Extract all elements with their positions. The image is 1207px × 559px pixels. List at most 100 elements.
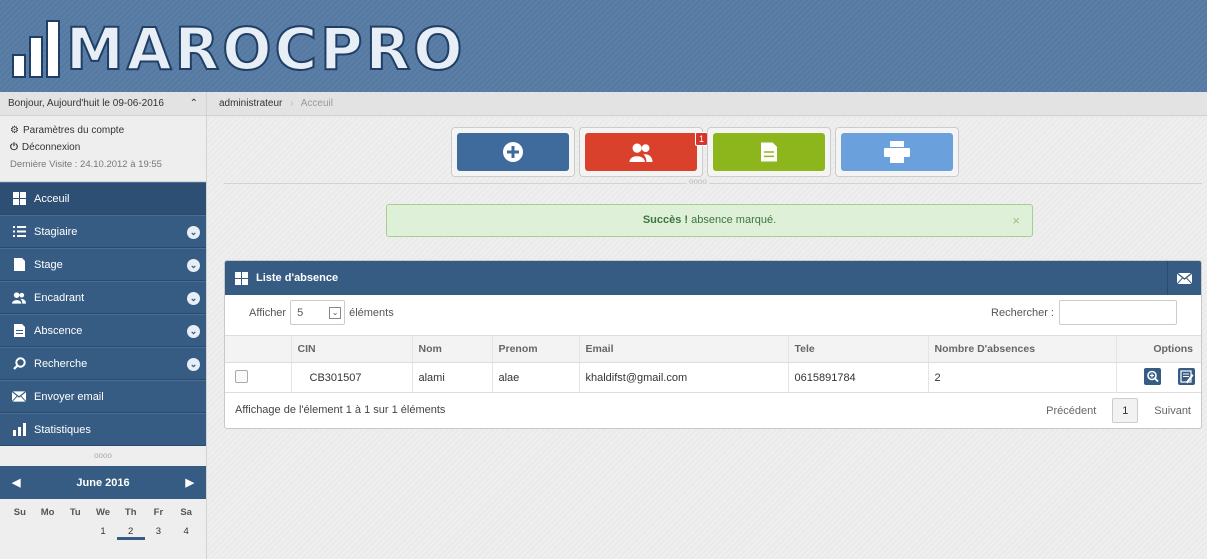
account-box: ⚙ Paramètres du compte ⏻ Déconnexion Der… [0,116,206,182]
calendar-weekday: Tu [69,507,81,518]
table-row: CB301507 alami alae khaldifst@gmail.com … [225,362,1201,393]
edit-icon[interactable] [1177,367,1195,385]
search-input[interactable] [1059,300,1177,325]
cell-email: khaldifst@gmail.com [579,362,789,393]
chevron-up-icon[interactable]: ⌃ [190,98,198,109]
column-header-select [225,335,292,363]
sidebar-item-stagiaire[interactable]: Stagiaire ⌄ [0,215,206,248]
account-settings-link[interactable]: ⚙ Paramètres du compte [10,122,196,139]
sidebar-item-recherche[interactable]: Recherche ⌄ [0,347,206,380]
users-button[interactable]: 1 [579,127,708,177]
add-button[interactable] [451,127,575,177]
column-header-nom[interactable]: Nom [412,335,493,363]
absence-list-panel: Liste d'absence Afficher 5 ⌄ éléments Re… [224,260,1202,429]
search-icon [12,357,26,371]
column-header-cin[interactable]: CIN [291,335,413,363]
chevron-down-icon[interactable]: ⌄ [187,292,200,305]
sidebar-item-stage[interactable]: Stage ⌄ [0,248,206,281]
close-icon[interactable]: × [1012,205,1020,236]
sidebar-item-label: Stagiaire [34,225,78,238]
entries-label: éléments [349,306,394,319]
sidebar: Bonjour, Aujourd'huit le 09-06-2016 ⌃ ⚙ … [0,92,207,559]
sidebar-item-label: Envoyer email [34,390,104,403]
sidebar-divider: oooo [94,451,112,460]
print-button-face [841,133,953,171]
column-header-prenom[interactable]: Prenom [492,335,580,363]
cell-tele: 0615891784 [788,362,929,393]
cell-absences: 2 [928,362,1117,393]
column-header-tele[interactable]: Tele [788,335,929,363]
chevron-down-icon: ⌄ [329,306,342,319]
calendar-weekday: We [95,507,111,518]
users-button-face [585,133,697,171]
document-icon [12,324,26,338]
calendar-weekday: Mo [40,507,55,518]
calendar-grid: Su Mo Tu We Th Fr Sa 1 2 3 4 [0,499,206,540]
next-month-icon[interactable]: ▶ [186,476,194,489]
document-icon [761,142,777,162]
calendar-day [6,526,34,540]
previous-button[interactable]: Précédent [1046,405,1096,417]
cell-prenom: alae [492,362,580,393]
panel-title: Liste d'absence [256,272,339,284]
column-header-email[interactable]: Email [579,335,789,363]
page-length-control: Afficher 5 ⌄ éléments [249,300,394,325]
show-label: Afficher [249,306,287,319]
row-checkbox[interactable] [235,369,248,383]
file-icon [12,258,26,272]
bar-chart-icon [12,423,26,437]
sidebar-item-abscence[interactable]: Abscence ⌄ [0,314,206,347]
calendar-header: ◀ June 2016 ▶ [0,466,206,499]
sidebar-item-label: Abscence [34,324,83,337]
users-icon [12,291,26,305]
sidebar-item-label: Recherche [34,357,88,370]
absence-table: CIN Nom Prenom Email Tele Nombre D'absen… [225,335,1201,393]
chevron-down-icon[interactable]: ⌄ [187,259,200,272]
alert-strong: Succès ! [642,214,689,226]
print-button[interactable] [835,127,959,177]
greeting-text: Bonjour, Aujourd'huit le 09-06-2016 [8,98,164,109]
page-length-select[interactable]: 5 ⌄ [290,300,346,325]
column-header-absences[interactable]: Nombre D'absences [928,335,1117,363]
app-header: MAROCPRO [0,0,1207,92]
calendar-day[interactable]: 1 [89,526,117,540]
calendar-weekday: Su [13,507,26,518]
chevron-down-icon[interactable]: ⌄ [187,325,200,338]
page-button[interactable]: 1 [1112,398,1139,423]
sidebar-item-statistiques[interactable]: Statistiques [0,413,206,446]
calendar-day[interactable]: 4 [172,526,200,540]
sidebar-item-label: Stage [34,258,63,271]
logout-link[interactable]: ⏻ Déconnexion [10,139,196,156]
list-icon [12,225,26,239]
sidebar-item-acceuil[interactable]: Acceuil [0,182,206,215]
next-button[interactable]: Suivant [1154,405,1191,417]
section-divider: oooo [224,177,1202,186]
calendar-day[interactable]: 3 [145,526,173,540]
calendar-day [61,526,89,540]
gear-icon: ⚙ [10,125,19,136]
chevron-down-icon[interactable]: ⌄ [187,358,200,371]
table-header-row: CIN Nom Prenom Email Tele Nombre D'absen… [225,335,1201,363]
mail-icon[interactable] [1167,261,1201,295]
grid-icon [12,192,26,206]
divider-dots: oooo [687,177,709,186]
zoom-in-icon[interactable] [1144,367,1162,385]
logout-label: Déconnexion [21,142,81,153]
table-toolbar: Afficher 5 ⌄ éléments Rechercher : [225,295,1201,335]
sidebar-item-envoyer-email[interactable]: Envoyer email [0,380,206,413]
sidebar-item-encadrant[interactable]: Encadrant ⌄ [0,281,206,314]
last-visit: Dernière Visite : 24.10.2012 à 19:55 [10,159,162,170]
power-icon: ⏻ [10,142,18,153]
sidebar-item-label: Encadrant [34,291,85,304]
calendar-day-today[interactable]: 2 [116,526,145,540]
logo[interactable]: MAROCPRO [12,14,466,83]
logo-text: MAROCPRO [65,15,466,83]
chevron-down-icon[interactable]: ⌄ [187,226,200,239]
breadcrumb-current: Acceuil [300,98,333,109]
breadcrumb-root[interactable]: administrateur [219,98,282,109]
grid-icon [235,271,248,285]
success-alert: Succès ! absence marqué. × [386,204,1033,237]
prev-month-icon[interactable]: ◀ [12,476,20,489]
add-button-face [457,133,569,171]
document-button[interactable] [707,127,831,177]
